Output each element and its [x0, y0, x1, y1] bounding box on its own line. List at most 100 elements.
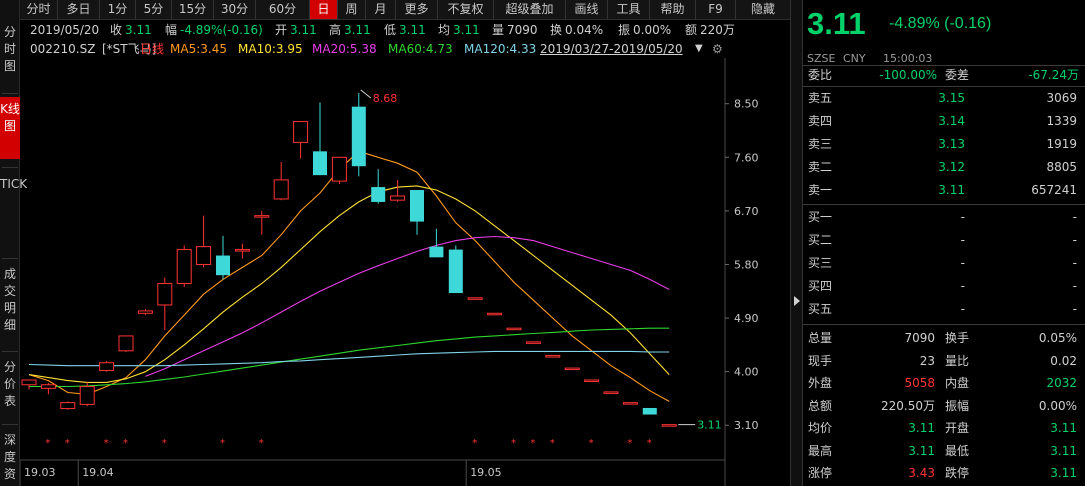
price-change: -4.89% (-0.16)	[889, 15, 992, 32]
signal-star: *	[472, 438, 477, 449]
ask-volume: 1339	[1046, 114, 1077, 128]
candle-body	[351, 106, 366, 167]
candle-body	[21, 379, 37, 386]
stat-label: 涨停	[808, 466, 833, 480]
bid-label: 买二	[808, 233, 833, 247]
tab-intraday[interactable]: 分时	[20, 0, 58, 19]
info-high-label: 高	[329, 23, 342, 37]
btn-hide[interactable]: 隐藏	[736, 0, 790, 19]
candle-body	[371, 187, 386, 202]
weibi-label: 委比	[808, 68, 833, 82]
btn-tools[interactable]: 工具	[608, 0, 650, 19]
info-avg: 3.11	[453, 23, 480, 37]
collapse-arrow-icon[interactable]	[794, 296, 800, 306]
ma-line-ma5	[28, 150, 670, 402]
candle-body	[40, 384, 56, 389]
bid-label: 买四	[808, 279, 833, 293]
info-open: 3.11	[290, 23, 317, 37]
x-tick-label: 19.05	[470, 466, 502, 479]
btn-draw[interactable]: 画线	[566, 0, 608, 19]
info-low-label: 低	[384, 23, 397, 37]
quote-panel: 3.11 -4.89% (-0.16) SZSE CNY 15:00:03 委比…	[803, 0, 1085, 486]
stats-row: 现手 23 量比 0.02	[803, 350, 1083, 373]
bid-volume: -	[1072, 210, 1077, 224]
candle-body	[293, 121, 309, 143]
bid-volume: -	[1072, 279, 1077, 293]
kline-chart[interactable]: 8.50 7.60 6.70 5.80 4.90 4.00 3.10 19.03 19.04 19…	[20, 40, 790, 486]
ask-label: 卖三	[808, 137, 833, 151]
stat-value: 0.02	[1050, 353, 1077, 368]
candle-body	[254, 215, 270, 218]
btn-no-adjust[interactable]: 不复权	[438, 0, 494, 19]
stat-value: 0.05%	[1038, 331, 1077, 345]
bid-price: -	[960, 233, 965, 247]
stat-label: 振幅	[945, 398, 970, 413]
stat-value: 3.11	[908, 421, 935, 435]
info-high: 3.11	[344, 23, 371, 37]
candle-body	[60, 402, 76, 410]
info-turnover: 0.04%	[565, 23, 604, 37]
bid-price: -	[960, 210, 965, 224]
btn-help[interactable]: 帮助	[650, 0, 696, 19]
info-range: -4.89%(-0.16)	[180, 23, 263, 37]
stat-value: 5058	[904, 376, 935, 390]
side-tab-kline[interactable]: K线图	[0, 97, 20, 159]
tab-1min[interactable]: 1分	[100, 0, 136, 19]
bid-volume: -	[1072, 256, 1077, 270]
stats-row: 最高 3.11 最低 3.11	[803, 440, 1083, 463]
tab-monthly[interactable]: 月	[366, 0, 396, 19]
bid-row: 买二 - -	[803, 229, 1083, 252]
signal-star: *	[162, 438, 167, 449]
ask-label: 卖四	[808, 114, 833, 128]
stat-label: 跌停	[945, 466, 970, 480]
info-avg-label: 均	[438, 23, 451, 37]
tab-15min[interactable]: 15分	[172, 0, 214, 19]
last-price-label: 3.11	[697, 419, 722, 432]
candle-body	[410, 190, 424, 222]
candle-body	[313, 151, 327, 176]
side-tab-tick[interactable]: TICK	[0, 172, 27, 252]
signal-star: *	[220, 438, 225, 449]
stat-value: 3.43	[908, 466, 935, 480]
period-toolbar: 分时 多日 1分 5分 15分 30分 60分 日 周 月 更多 不复权 超级叠…	[20, 0, 790, 20]
btn-f9[interactable]: F9	[696, 0, 736, 19]
stat-value: 3.11	[908, 443, 935, 458]
tab-daily[interactable]: 日	[310, 0, 338, 19]
tab-weekly[interactable]: 周	[338, 0, 366, 19]
ask-price: 3.13	[938, 137, 965, 151]
y-tick-label: 4.90	[734, 312, 759, 325]
info-date: 2019/05/20	[30, 23, 100, 37]
info-amount-label: 额	[685, 23, 698, 37]
tab-60min[interactable]: 60分	[256, 0, 310, 19]
y-tick-label: 4.00	[734, 366, 759, 379]
side-tab-depth[interactable]: 深度资	[0, 428, 20, 486]
info-open-label: 开	[275, 23, 288, 37]
candle-body	[429, 246, 444, 258]
stats-row: 总额 220.50万 振幅 0.00%	[803, 395, 1083, 418]
side-tab-trade-detail[interactable]: 成交明细	[0, 262, 20, 340]
stat-label: 换手	[945, 331, 970, 345]
ask-volume: 3069	[1046, 91, 1077, 105]
panel-divider[interactable]	[790, 0, 803, 486]
candle-body	[390, 195, 406, 201]
tab-30min[interactable]: 30分	[214, 0, 256, 19]
candle-body	[506, 327, 522, 331]
ask-row: 卖四 3.14 1339	[803, 110, 1083, 133]
candle-body	[196, 246, 212, 265]
stats-row: 涨停 3.43 跌停 3.11	[803, 462, 1083, 485]
bid-label: 买五	[808, 302, 833, 316]
stat-value: 3.11	[1050, 421, 1077, 435]
side-tab-intraday[interactable]: 分时图	[0, 20, 20, 86]
tab-multi-day[interactable]: 多日	[58, 0, 100, 19]
btn-overlay[interactable]: 超级叠加	[494, 0, 566, 19]
signal-star: *	[259, 438, 264, 449]
signal-star: *	[65, 438, 70, 449]
ask-volume: 8805	[1046, 160, 1077, 174]
signal-star: *	[589, 438, 594, 449]
stat-label: 最高	[808, 443, 833, 458]
signal-star: *	[123, 438, 128, 449]
tab-more[interactable]: 更多	[396, 0, 438, 19]
side-tab-price-table[interactable]: 分价表	[0, 355, 20, 417]
tab-5min[interactable]: 5分	[136, 0, 172, 19]
candle-body	[273, 179, 289, 200]
